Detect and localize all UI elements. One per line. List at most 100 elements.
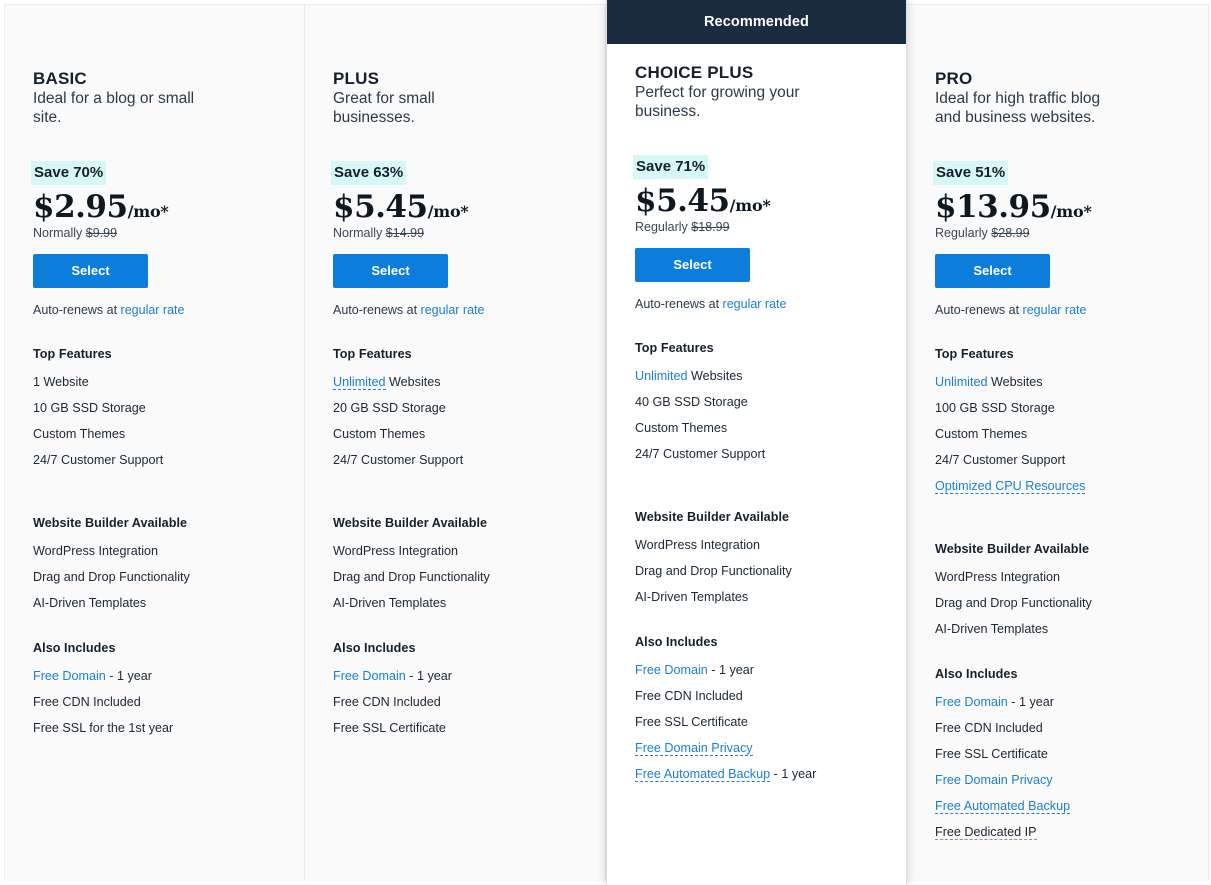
also-includes-item: Free SSL for the 1st year [33,720,276,736]
feature-text: Websites [987,375,1043,389]
feature-text: AI-Driven Templates [935,622,1049,636]
feature-text: WordPress Integration [635,538,761,552]
select-button[interactable]: Select [33,254,148,288]
top-features-title: Top Features [935,347,1014,361]
builder-feature-item: WordPress Integration [635,537,878,553]
feature-link[interactable]: Free Domain [33,669,106,683]
feature-link[interactable]: Unlimited [333,375,386,390]
feature-text: 100 GB SSD Storage [935,401,1055,415]
also-includes-item: Free Automated Backup [935,798,1180,814]
website-builder-group: Website Builder Available WordPress Integ… [935,542,1180,637]
feature-link[interactable]: Free Domain [935,695,1008,709]
feature-link[interactable]: Unlimited [935,375,988,389]
feature-link[interactable]: Optimized CPU Resources [935,479,1086,494]
price-period: /mo* [427,202,469,221]
builder-feature-item: Drag and Drop Functionality [635,563,878,579]
builder-feature-item: Drag and Drop Functionality [333,569,577,585]
compare-label: Normally [333,226,383,240]
save-badge: Save 51% [933,161,1009,185]
save-badge-wrap: Save 70% [31,161,276,185]
compare-price: $28.99 [991,226,1030,240]
plan-tagline: Perfect for growing your business. [635,84,800,120]
pricing-table: BASIC Ideal for a blog or small site. Save… [0,0,1211,885]
feature-link[interactable]: Unlimited [635,369,688,383]
compare-price: $18.99 [691,220,730,234]
regular-rate-link[interactable]: regular rate [121,303,185,317]
top-feature-item: Custom Themes [935,426,1180,442]
feature-text: 24/7 Customer Support [635,447,766,461]
also-includes-item: Free Domain - 1 year [333,668,577,684]
plan-tagline: Ideal for high traffic blog and business… [935,90,1101,126]
feature-text: Custom Themes [935,427,1028,441]
top-feature-item: Unlimited Websites [635,368,878,384]
feature-text: 24/7 Customer Support [33,453,164,467]
feature-text: 24/7 Customer Support [935,453,1066,467]
plan-header: CHOICE PLUS Perfect for growing your busi… [635,44,878,121]
feature-text: Free SSL for the 1st year [33,721,174,735]
auto-renew-note: Auto-renews at regular rate [635,297,878,311]
plan-card-choice-plus: Recommended CHOICE PLUS Perfect for growin… [606,0,907,885]
feature-text: WordPress Integration [33,544,159,558]
feature-text: Websites [385,375,441,389]
top-feature-item: 20 GB SSD Storage [333,400,577,416]
builder-feature-item: WordPress Integration [333,543,577,559]
builder-feature-item: AI-Driven Templates [635,589,878,605]
feature-text: Drag and Drop Functionality [333,570,490,584]
auto-renew-prefix: Auto-renews at [33,303,121,317]
also-includes-item: Free Domain - 1 year [635,662,878,678]
compare-price-row: Normally $9.99 [33,226,276,240]
top-feature-item: Custom Themes [333,426,577,442]
top-feature-item: Unlimited Websites [935,374,1180,390]
save-badge-wrap: Save 71% [633,155,878,179]
also-includes-item: Free Dedicated IP [935,824,1180,840]
feature-link[interactable]: Free Domain Privacy [935,773,1053,787]
compare-price: $9.99 [85,226,118,240]
also-includes-item: Free CDN Included [33,694,276,710]
feature-text: Free CDN Included [33,695,141,709]
price-block: Save 70% $2.95/mo* Normally $9.99 Select Aut… [31,161,276,317]
top-feature-item: 1 Website [33,374,276,390]
plan-name: PLUS [333,69,380,88]
save-badge-wrap: Save 51% [933,161,1180,185]
also-includes-item: Free CDN Included [333,694,577,710]
builder-feature-item: WordPress Integration [33,543,276,559]
also-includes-item: Free Domain - 1 year [33,668,276,684]
feature-link[interactable]: Free Domain Privacy [635,741,753,756]
also-includes-group: Also Includes Free Domain - 1 year Free CD… [333,641,577,736]
top-feature-item: Custom Themes [33,426,276,442]
plan-header: PRO Ideal for high traffic blog and busin… [935,5,1180,127]
compare-price-row: Normally $14.99 [333,226,577,240]
feature-text: 10 GB SSD Storage [33,401,146,415]
feature-link[interactable]: Free Domain [635,663,708,677]
feature-text: Free CDN Included [935,721,1043,735]
plan-header: PLUS Great for small businesses. [333,5,577,127]
regular-rate-link[interactable]: regular rate [1023,303,1087,317]
website-builder-title: Website Builder Available [333,516,488,530]
feature-link[interactable]: Free Automated Backup [635,767,771,782]
feature-text: 1 Website [33,375,89,389]
website-builder-group: Website Builder Available WordPress Integ… [635,510,878,605]
plan-name: PRO [935,69,973,88]
feature-link[interactable]: Free Domain [333,669,406,683]
top-feature-item: 40 GB SSD Storage [635,394,878,410]
website-builder-title: Website Builder Available [635,510,790,524]
recommended-ribbon: Recommended [607,0,906,44]
regular-rate-link[interactable]: regular rate [723,297,787,311]
top-feature-item: Custom Themes [635,420,878,436]
price-block: Save 51% $13.95/mo* Regularly $28.99 Select… [933,161,1180,317]
regular-rate-link[interactable]: regular rate [421,303,485,317]
feature-text: Custom Themes [33,427,126,441]
feature-link[interactable]: Free Automated Backup [935,799,1071,814]
compare-label: Regularly [635,220,688,234]
website-builder-group: Website Builder Available WordPress Integ… [333,516,577,611]
also-includes-item: Free SSL Certificate [333,720,577,736]
builder-feature-item: Drag and Drop Functionality [935,595,1180,611]
top-feature-item: Unlimited Websites [333,374,577,390]
select-button[interactable]: Select [333,254,448,288]
price-period: /mo* [127,202,169,221]
select-button[interactable]: Select [935,254,1050,288]
price-amount: $5.45 [333,189,428,225]
plan-tagline: Great for small businesses. [333,90,435,126]
select-button[interactable]: Select [635,248,750,282]
price-line: $5.45/mo* [333,189,577,225]
